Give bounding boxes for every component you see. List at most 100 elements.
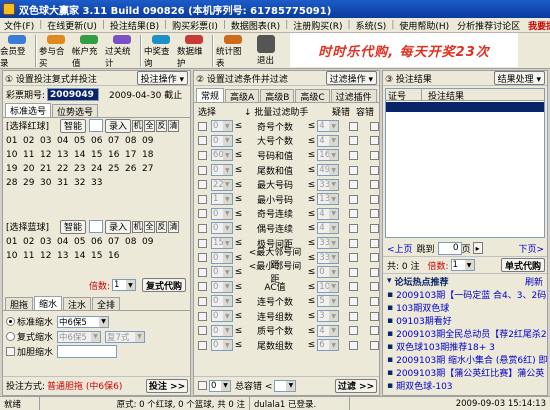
red-ball-18[interactable]: 18 — [142, 148, 159, 162]
selected-row[interactable] — [386, 102, 544, 112]
filter-max-select[interactable]: 33 — [317, 237, 340, 250]
forum-item[interactable]: ▪ 103期双色球 — [383, 301, 547, 315]
filter-row-checkbox[interactable] — [198, 194, 207, 204]
next-page-link[interactable]: 下页> — [518, 242, 544, 255]
filter-operation-button[interactable]: 过滤操作 ▾ — [325, 71, 377, 85]
red-ball-23[interactable]: 23 — [74, 162, 91, 176]
tab-normal[interactable]: 常规 — [196, 88, 225, 102]
filter-min-select[interactable]: 0 — [210, 310, 233, 323]
filter-tolerance-checkbox[interactable] — [370, 253, 379, 263]
toolbar-button-user[interactable]: 会员登录 — [0, 33, 33, 69]
forum-item[interactable]: ▪2009103期 缩水小集合 (悬赏6红) 即中即 — [383, 353, 547, 367]
red-ball-08[interactable]: 08 — [125, 134, 142, 148]
filter-tolerance-checkbox[interactable] — [370, 311, 379, 321]
red-ball-31[interactable]: 31 — [57, 176, 74, 190]
filter-max-select[interactable]: 13 — [317, 193, 340, 206]
filter-tolerance-checkbox[interactable] — [370, 223, 379, 233]
filter-row-checkbox[interactable] — [198, 150, 207, 160]
ask-question-link[interactable]: 我要提问 — [524, 19, 550, 32]
filter-tolerance-checkbox[interactable] — [370, 282, 379, 292]
red-invert-button[interactable]: 反 — [156, 119, 168, 132]
filter-tolerance-checkbox[interactable] — [370, 121, 379, 131]
forum-item[interactable]: ▪2009103期【蒲公英红比赛】蒲公英 (2) 统 — [383, 366, 547, 380]
red-ball-06[interactable]: 06 — [91, 134, 108, 148]
menu-result[interactable]: 投注结果(B) — [106, 19, 163, 32]
red-clear-button[interactable]: 清 — [168, 119, 180, 132]
red-ball-13[interactable]: 13 — [57, 148, 74, 162]
filter-row-checkbox[interactable] — [198, 238, 207, 248]
menu-system[interactable]: 系统(S) — [352, 19, 391, 32]
blue-ball-14[interactable]: 14 — [74, 249, 91, 263]
filter-min-select[interactable]: 15 — [210, 237, 233, 250]
promo-banner[interactable]: 时时乐代购, 每天开奖23次 — [290, 33, 518, 67]
filter-fault-checkbox[interactable] — [349, 165, 359, 175]
single-buy-button[interactable]: 单式代购 — [500, 258, 545, 272]
filter-max-select[interactable]: 0 — [317, 266, 340, 279]
forum-item-link[interactable]: 期双色球-103 — [396, 379, 452, 392]
forum-refresh-link[interactable]: 刷新 — [525, 275, 543, 288]
red-ball-16[interactable]: 16 — [108, 148, 125, 162]
filter-row-checkbox[interactable] — [198, 326, 207, 336]
forum-link[interactable]: 分析推荐讨论区 — [453, 19, 524, 32]
col-number[interactable]: 证号 — [386, 89, 422, 102]
red-ball-30[interactable]: 30 — [40, 176, 57, 190]
filter-fault-checkbox[interactable] — [349, 282, 359, 292]
go-button[interactable]: ▸ — [472, 242, 483, 254]
filter-min-select[interactable]: 1 — [210, 193, 233, 206]
filter-row-checkbox[interactable] — [198, 267, 207, 277]
blue-ball-01[interactable]: 01 — [6, 235, 23, 249]
red-ball-04[interactable]: 04 — [57, 134, 74, 148]
bet-button[interactable]: 投注 >> — [146, 378, 188, 393]
tab-shrink[interactable]: 缩水 — [34, 296, 63, 310]
filter-tolerance-checkbox[interactable] — [370, 209, 379, 219]
forum-item-link[interactable]: 09103期看好 — [396, 314, 452, 327]
blue-ball-02[interactable]: 02 — [23, 235, 40, 249]
forum-item[interactable]: ▪2009103期【一码定蓝 合4、3、2码】第1 — [383, 288, 547, 302]
fushi-shrink-radio[interactable] — [6, 332, 15, 341]
menu-chart[interactable]: 数据图表(R) — [227, 19, 284, 32]
blue-random-button[interactable]: 机 — [132, 220, 144, 233]
filter-row-checkbox[interactable] — [198, 311, 207, 321]
toolbar-button-card[interactable]: 帐户充值 — [72, 33, 105, 69]
red-ball-05[interactable]: 05 — [74, 134, 91, 148]
tab-advanced-c[interactable]: 高级C — [295, 89, 330, 103]
result-multiple-select[interactable]: 1 — [450, 259, 475, 271]
filter-min-select[interactable]: 0 — [210, 222, 233, 235]
filter-row-checkbox[interactable] — [198, 180, 207, 190]
red-ball-15[interactable]: 15 — [91, 148, 108, 162]
tab-water[interactable]: 注水 — [63, 297, 92, 311]
red-smart-button[interactable]: 智能 — [60, 118, 87, 133]
blue-ball-10[interactable]: 10 — [6, 249, 23, 263]
filter-fault-checkbox[interactable] — [349, 121, 359, 131]
filter-fault-checkbox[interactable] — [349, 311, 359, 321]
standard-shrink-radio[interactable] — [6, 317, 15, 326]
red-ball-17[interactable]: 17 — [125, 148, 142, 162]
blue-input-button[interactable]: 录入 — [105, 219, 132, 234]
red-ball-25[interactable]: 25 — [108, 162, 125, 176]
period-select[interactable]: 2009049 — [47, 88, 100, 101]
red-ball-02[interactable]: 02 — [23, 134, 40, 148]
red-ball-10[interactable]: 10 — [6, 148, 23, 162]
blue-ball-12[interactable]: 12 — [40, 249, 57, 263]
filter-min-select[interactable]: 0 — [210, 324, 233, 337]
total-tolerance-checkbox[interactable] — [198, 381, 207, 390]
filter-row-checkbox[interactable] — [198, 209, 207, 219]
fushi-buy-button[interactable]: 复式代购 — [141, 278, 186, 292]
fushi-shrink-select[interactable]: 中6保5 — [57, 330, 102, 343]
forum-item[interactable]: ▪2009103期全民总动员【荐2红尾杀2红尾】 — [383, 327, 547, 341]
filter-min-select[interactable]: 0 — [210, 251, 233, 264]
red-ball-14[interactable]: 14 — [74, 148, 91, 162]
filter-fault-checkbox[interactable] — [349, 209, 359, 219]
filter-min-select[interactable]: 0 — [210, 339, 233, 352]
red-ball-33[interactable]: 33 — [91, 176, 108, 190]
red-ball-07[interactable]: 07 — [108, 134, 125, 148]
filter-fault-checkbox[interactable] — [349, 267, 359, 277]
filter-min-select[interactable]: 0 — [210, 120, 233, 133]
filter-fault-checkbox[interactable] — [349, 194, 359, 204]
filter-max-select[interactable]: 4 — [317, 120, 340, 133]
blue-ball-11[interactable]: 11 — [23, 249, 40, 263]
filter-fault-checkbox[interactable] — [349, 326, 359, 336]
blue-ball-16[interactable]: 16 — [108, 249, 125, 263]
blue-ball-04[interactable]: 04 — [57, 235, 74, 249]
filter-tolerance-checkbox[interactable] — [370, 194, 379, 204]
